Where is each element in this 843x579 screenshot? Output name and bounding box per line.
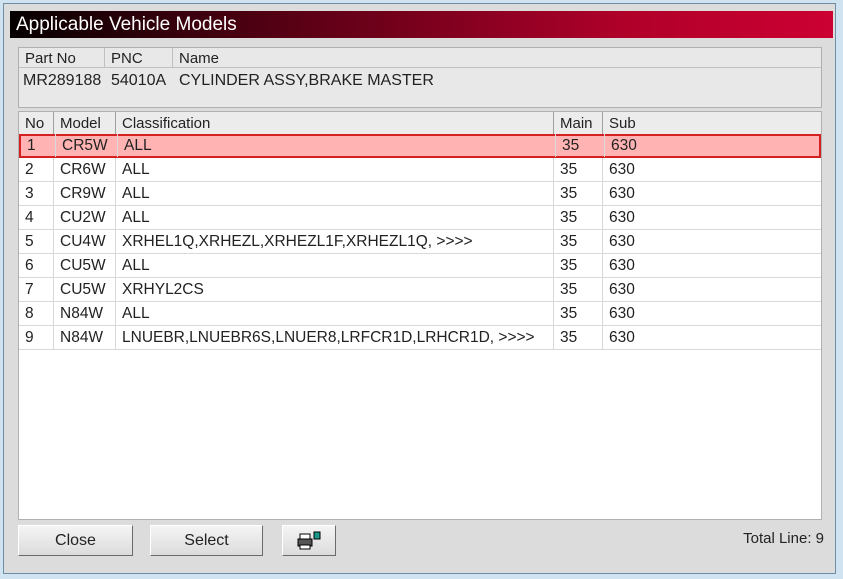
cell-no: 3 [19, 182, 54, 205]
cell-no: 5 [19, 230, 54, 253]
cell-classification: ALL [116, 158, 554, 181]
cell-classification: ALL [118, 134, 556, 157]
cell-no: 8 [19, 302, 54, 325]
col-main[interactable]: Main [554, 112, 603, 134]
col-model[interactable]: Model [54, 112, 116, 134]
cell-main: 35 [554, 278, 603, 301]
table-row[interactable]: 9 N84W LNUEBR,LNUEBR6S,LNUER8,LRFCR1D,LRHC… [19, 326, 821, 350]
cell-sub: 630 [609, 329, 635, 346]
cell-sub: 630 [609, 161, 635, 178]
cell-model: CU5W [54, 254, 116, 277]
pnc-header: PNC [105, 48, 173, 68]
part-no-value: MR289188 [23, 72, 102, 89]
cell-model: CR5W [56, 134, 118, 157]
table-row[interactable]: 4 CU2W ALL 35 630 [19, 206, 821, 230]
title-bar: Applicable Vehicle Models [10, 11, 833, 38]
select-button[interactable]: Select [150, 525, 263, 556]
cell-classification: ALL [116, 302, 554, 325]
cell-main: 35 [554, 302, 603, 325]
cell-no: 6 [19, 254, 54, 277]
cell-sub: 630 [611, 137, 637, 154]
models-table: No Model Classification Main Sub 1 CR5W AL… [18, 111, 822, 520]
table-row[interactable]: 1 CR5W ALL 35 630 [19, 134, 821, 158]
table-row[interactable]: 8 N84W ALL 35 630 [19, 302, 821, 326]
pnc-value: 54010A [111, 72, 167, 89]
window-title: Applicable Vehicle Models [16, 14, 237, 35]
cell-no: 1 [21, 134, 56, 157]
cell-model: CU4W [54, 230, 116, 253]
table-header: No Model Classification Main Sub [19, 112, 821, 135]
cell-classification: ALL [116, 254, 554, 277]
cell-main: 35 [554, 326, 603, 349]
table-row[interactable]: 5 CU4W XRHEL1Q,XRHEZL,XRHEZL1F,XRHEZL1Q, >… [19, 230, 821, 254]
cell-no: 4 [19, 206, 54, 229]
cell-no: 2 [19, 158, 54, 181]
cell-classification: XRHYL2CS [116, 278, 554, 301]
cell-main: 35 [554, 206, 603, 229]
col-no[interactable]: No [19, 112, 54, 134]
name-header: Name [173, 48, 821, 68]
cell-sub: 630 [609, 281, 635, 298]
table-row[interactable]: 6 CU5W ALL 35 630 [19, 254, 821, 278]
part-no-header: Part No [19, 48, 105, 68]
cell-no: 7 [19, 278, 54, 301]
table-row[interactable]: 7 CU5W XRHYL2CS 35 630 [19, 278, 821, 302]
cell-classification: ALL [116, 206, 554, 229]
cell-sub: 630 [609, 185, 635, 202]
col-classification[interactable]: Classification [116, 112, 554, 134]
printer-icon [297, 531, 321, 550]
cell-sub: 630 [609, 209, 635, 226]
cell-main: 35 [554, 230, 603, 253]
cell-main: 35 [554, 158, 603, 181]
cell-model: CU5W [54, 278, 116, 301]
print-button[interactable] [282, 525, 336, 556]
cell-classification: XRHEL1Q,XRHEZL,XRHEZL1F,XRHEZL1Q, >>>> [116, 230, 554, 253]
cell-main: 35 [554, 254, 603, 277]
cell-main: 35 [556, 134, 605, 157]
part-name-value: CYLINDER ASSY,BRAKE MASTER [179, 72, 434, 89]
table-row[interactable]: 3 CR9W ALL 35 630 [19, 182, 821, 206]
cell-classification: ALL [116, 182, 554, 205]
cell-main: 35 [554, 182, 603, 205]
close-button[interactable]: Close [18, 525, 133, 556]
col-sub[interactable]: Sub [603, 112, 821, 134]
table-row[interactable]: 2 CR6W ALL 35 630 [19, 158, 821, 182]
part-info-panel: Part No PNC Name MR289188 54010A CYLINDE… [18, 47, 822, 108]
cell-model: CR9W [54, 182, 116, 205]
cell-model: CR6W [54, 158, 116, 181]
cell-sub: 630 [609, 257, 635, 274]
cell-model: CU2W [54, 206, 116, 229]
cell-classification: LNUEBR,LNUEBR6S,LNUER8,LRFCR1D,LRHCR1D, … [116, 326, 554, 349]
cell-model: N84W [54, 326, 116, 349]
total-line-count: Total Line: 9 [743, 530, 824, 547]
cell-model: N84W [54, 302, 116, 325]
cell-no: 9 [19, 326, 54, 349]
cell-sub: 630 [609, 305, 635, 322]
cell-sub: 630 [609, 233, 635, 250]
